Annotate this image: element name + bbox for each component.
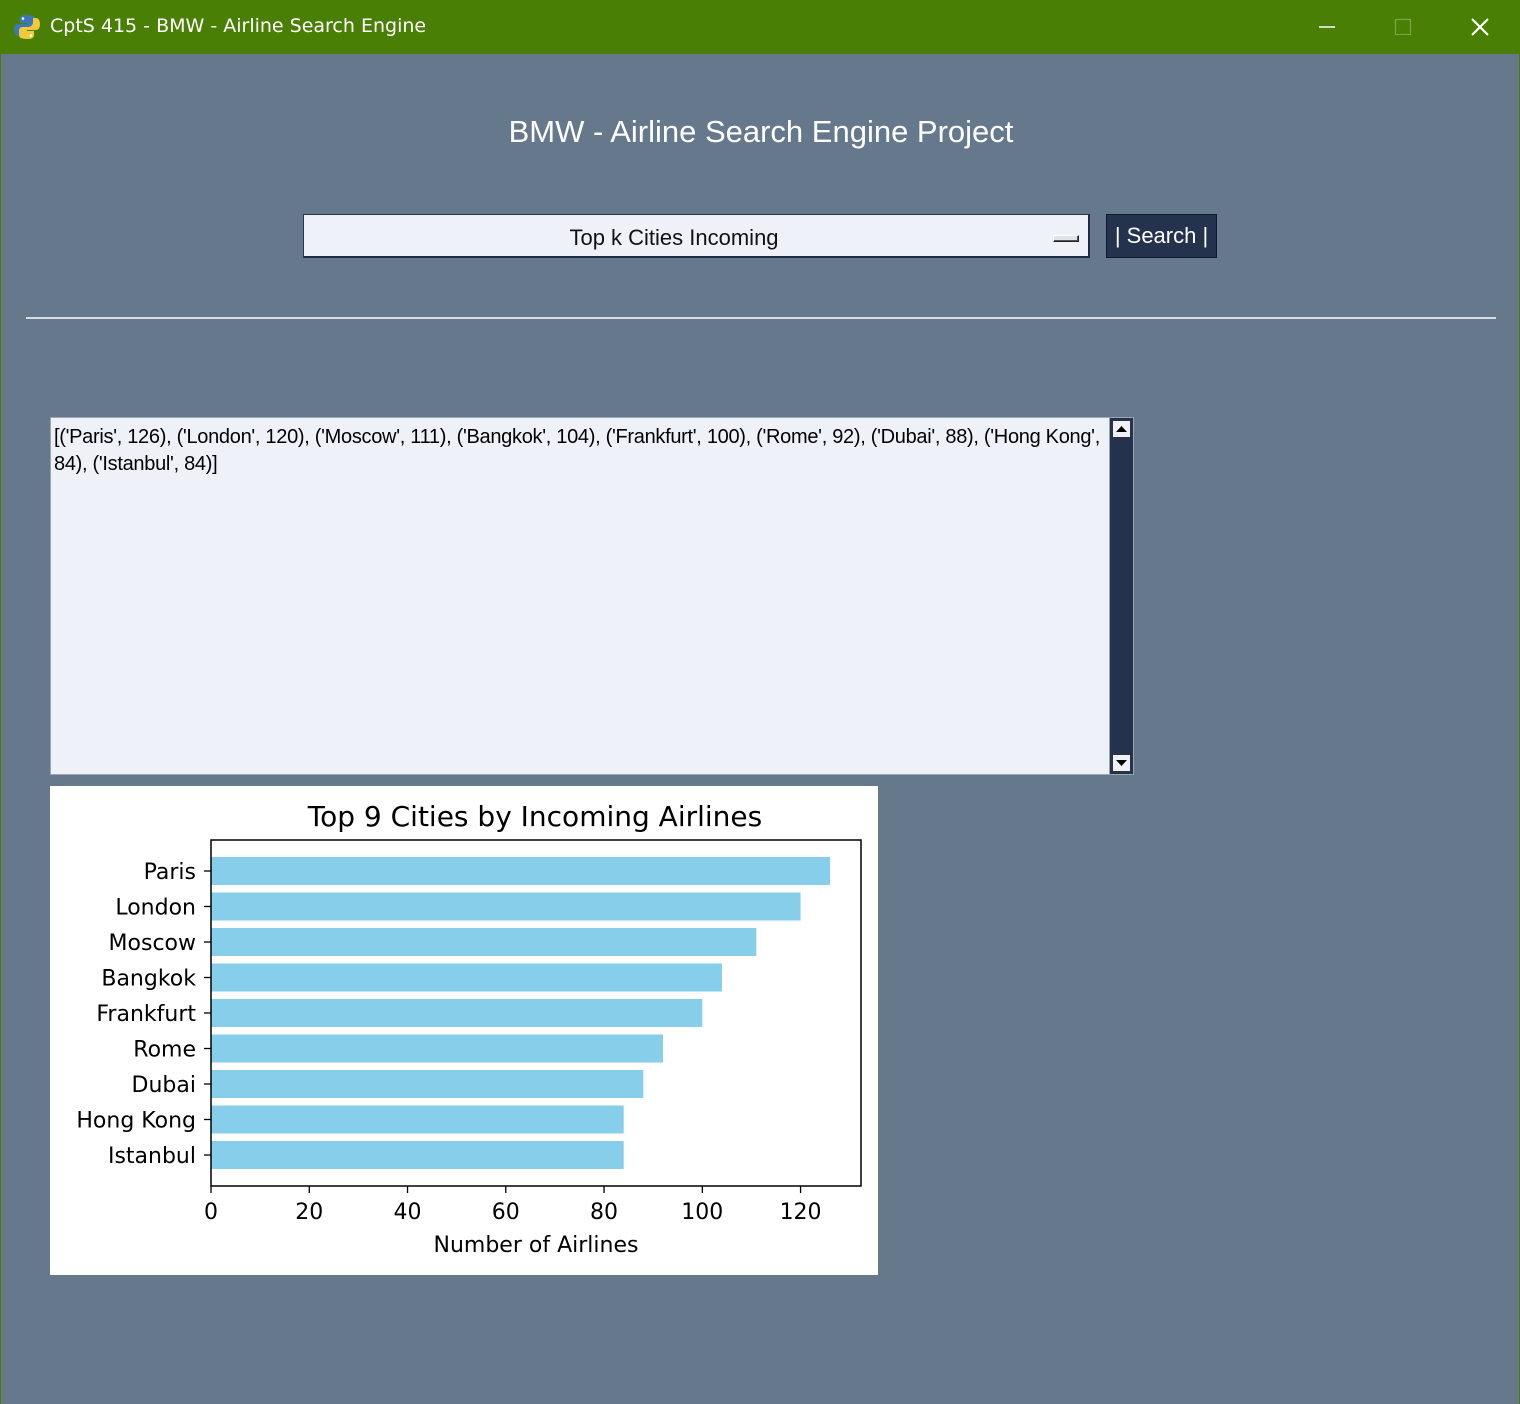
y-tick-label: Dubai xyxy=(132,1073,196,1098)
bars xyxy=(211,857,831,1169)
x-tick-label: 120 xyxy=(780,1200,822,1225)
y-tick-label: Moscow xyxy=(109,931,196,956)
query-select-value: Top k Cities Incoming xyxy=(569,225,779,250)
bar-istanbul xyxy=(211,1141,624,1169)
arrow-up-icon xyxy=(1116,426,1127,432)
y-tick-label: Frankfurt xyxy=(96,1002,196,1027)
arrow-down-icon xyxy=(1116,760,1127,766)
results-textbox[interactable]: [('Paris', 126), ('London', 120), ('Mosc… xyxy=(50,417,1110,775)
bar-dubai xyxy=(211,1070,644,1098)
bar-hong-kong xyxy=(211,1105,624,1134)
x-axis-ticks: 0 20 40 60 80 100 120 xyxy=(204,1186,822,1225)
y-tick-label: Istanbul xyxy=(108,1144,196,1169)
bar-chart: Top 9 Cities by Incoming Airlines Paris L… xyxy=(76,800,862,1258)
y-tick-label: Bangkok xyxy=(101,967,196,992)
bar-rome xyxy=(211,1034,664,1063)
bar-moscow xyxy=(211,928,757,956)
scroll-up-button[interactable] xyxy=(1112,420,1131,438)
bar-bangkok xyxy=(211,963,722,992)
y-tick-label: Rome xyxy=(133,1038,196,1063)
search-button[interactable]: | Search | xyxy=(1106,214,1217,258)
close-button[interactable] xyxy=(1442,0,1518,54)
main-content: BMW - Airline Search Engine Project Top … xyxy=(0,54,1520,1404)
title-bar: CptS 415 - BMW - Airline Search Engine xyxy=(0,0,1520,54)
minimize-icon xyxy=(1319,26,1335,28)
chart-title: Top 9 Cities by Incoming Airlines xyxy=(307,800,762,833)
window-title: CptS 415 - BMW - Airline Search Engine xyxy=(50,15,427,37)
results-scrollbar[interactable] xyxy=(1109,417,1134,775)
x-tick-label: 80 xyxy=(590,1200,618,1225)
x-tick-label: 0 xyxy=(204,1200,218,1225)
maximize-button[interactable] xyxy=(1365,0,1441,54)
bar-frankfurt xyxy=(211,999,703,1027)
page-title: BMW - Airline Search Engine Project xyxy=(508,114,1014,149)
option-menu-indicator-icon xyxy=(1053,235,1079,242)
y-tick-label: Hong Kong xyxy=(76,1109,196,1134)
x-tick-label: 20 xyxy=(295,1200,323,1225)
chart-panel: Top 9 Cities by Incoming Airlines Paris L… xyxy=(50,786,878,1275)
minimize-button[interactable] xyxy=(1289,0,1365,54)
bar-paris xyxy=(211,857,831,885)
scroll-down-button[interactable] xyxy=(1112,754,1131,772)
y-axis-ticks: Paris London Moscow Bangkok Frankfurt Rome Dub… xyxy=(76,860,211,1169)
results-text: [('Paris', 126), ('London', 120), ('Mosc… xyxy=(54,426,1100,475)
close-icon xyxy=(1471,18,1489,36)
bar-london xyxy=(211,892,801,921)
y-tick-label: Paris xyxy=(144,860,196,885)
maximize-icon xyxy=(1394,18,1412,36)
x-axis-label: Number of Airlines xyxy=(434,1233,639,1258)
x-tick-label: 40 xyxy=(394,1200,422,1225)
x-tick-label: 60 xyxy=(492,1200,520,1225)
python-icon xyxy=(14,15,40,39)
y-tick-label: London xyxy=(115,896,196,921)
divider xyxy=(26,317,1496,319)
x-tick-label: 100 xyxy=(681,1200,723,1225)
query-select[interactable]: Top k Cities Incoming xyxy=(303,214,1090,258)
